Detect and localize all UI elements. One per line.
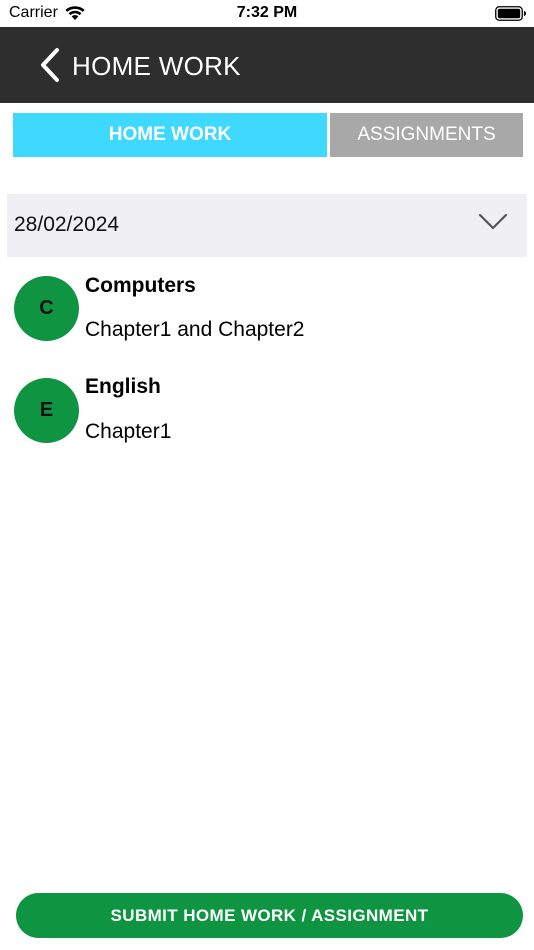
list-item[interactable]: C Computers Chapter1 and Chapter2 bbox=[0, 272, 534, 352]
date-dropdown[interactable]: 28/02/2024 bbox=[7, 194, 527, 257]
subject-name: English bbox=[85, 375, 161, 398]
submit-label: SUBMIT HOME WORK / ASSIGNMENT bbox=[110, 905, 429, 925]
submit-homework-button[interactable]: SUBMIT HOME WORK / ASSIGNMENT bbox=[16, 893, 523, 938]
homework-detail: Chapter1 and Chapter2 bbox=[85, 318, 305, 341]
selected-date: 28/02/2024 bbox=[14, 213, 120, 236]
battery-icon bbox=[495, 6, 527, 26]
tab-assignments[interactable]: ASSIGNMENTS bbox=[330, 113, 523, 157]
avatar-initial: E bbox=[39, 399, 54, 421]
avatar: C bbox=[14, 276, 79, 341]
avatar-initial: C bbox=[39, 297, 54, 319]
homework-detail: Chapter1 bbox=[85, 420, 172, 443]
list-item[interactable]: E English Chapter1 bbox=[0, 374, 534, 454]
status-time: 7:32 PM bbox=[236, 4, 298, 21]
chevron-down-icon[interactable] bbox=[477, 212, 509, 237]
nav-bar: HOME WORK bbox=[0, 27, 534, 103]
status-bar: Carrier 7:32 PM bbox=[0, 0, 534, 27]
subject-name: Computers bbox=[85, 274, 196, 297]
tab-label: ASSIGNMENTS bbox=[357, 124, 496, 145]
tab-home-work[interactable]: HOME WORK bbox=[13, 113, 327, 157]
page-title: HOME WORK bbox=[72, 51, 241, 81]
tab-label: HOME WORK bbox=[108, 124, 232, 145]
chevron-left-icon[interactable] bbox=[38, 47, 62, 88]
avatar: E bbox=[14, 378, 79, 443]
